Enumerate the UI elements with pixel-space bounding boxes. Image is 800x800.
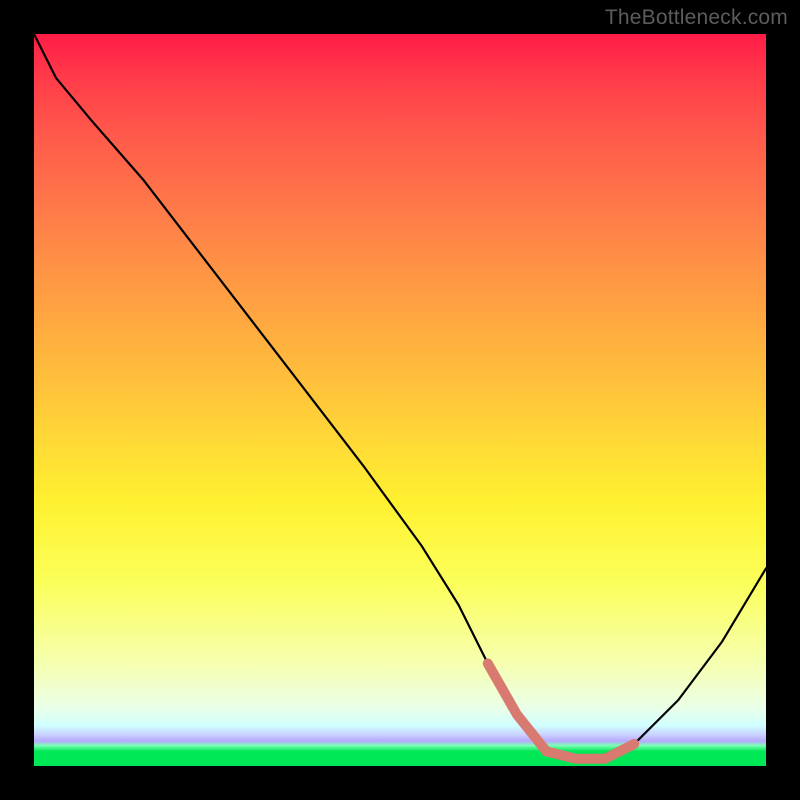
bottleneck-curve [34,34,766,759]
chart-frame: TheBottleneck.com [0,0,800,800]
plot-area [34,34,766,766]
optimal-range-highlight [488,664,634,759]
attribution-label: TheBottleneck.com [605,6,788,30]
curve-layer [34,34,766,766]
